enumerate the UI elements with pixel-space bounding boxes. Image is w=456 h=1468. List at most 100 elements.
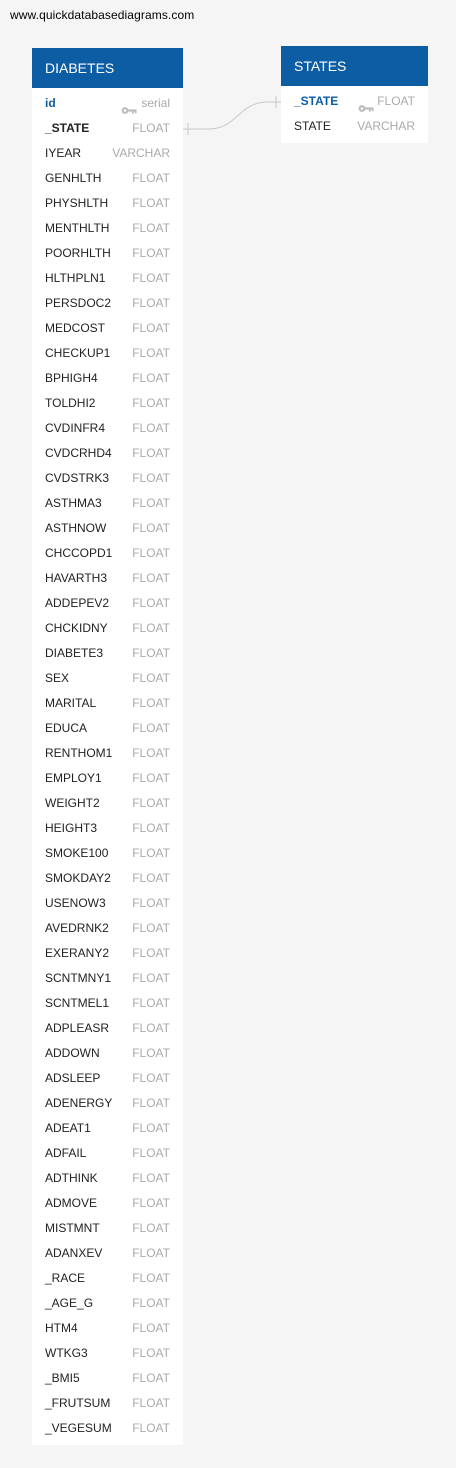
field-row[interactable]: ADSLEEP FLOAT bbox=[32, 1066, 183, 1091]
field-row[interactable]: CHCCOPD1 FLOAT bbox=[32, 541, 183, 566]
field-name: CHECKUP1 bbox=[45, 346, 111, 360]
field-row[interactable]: IYEAR VARCHAR bbox=[32, 141, 183, 166]
field-row[interactable]: GENHLTH FLOAT bbox=[32, 166, 183, 191]
field-row[interactable]: ADMOVE FLOAT bbox=[32, 1191, 183, 1216]
field-type: FLOAT bbox=[377, 94, 415, 108]
field-row[interactable]: CVDINFR4 FLOAT bbox=[32, 416, 183, 441]
field-row[interactable]: MARITAL FLOAT bbox=[32, 691, 183, 716]
field-row[interactable]: ADFAIL FLOAT bbox=[32, 1141, 183, 1166]
field-row[interactable]: EMPLOY1 FLOAT bbox=[32, 766, 183, 791]
field-name: TOLDHI2 bbox=[45, 396, 96, 410]
field-type: FLOAT bbox=[132, 1021, 170, 1035]
field-row[interactable]: _STATE FLOAT bbox=[281, 89, 428, 114]
field-type: VARCHAR bbox=[112, 146, 170, 160]
field-row[interactable]: MISTMNT FLOAT bbox=[32, 1216, 183, 1241]
table-diabetes[interactable]: DIABETES id serial _STATE FLOAT IYEAR VARCHAR… bbox=[32, 48, 183, 1445]
field-row[interactable]: PHYSHLTH FLOAT bbox=[32, 191, 183, 216]
field-name: ADEAT1 bbox=[45, 1121, 91, 1135]
field-name: DIABETE3 bbox=[45, 646, 104, 660]
field-name: _AGE_G bbox=[45, 1296, 94, 1310]
field-name: CVDINFR4 bbox=[45, 421, 106, 435]
field-row[interactable]: SCNTMNY1 FLOAT bbox=[32, 966, 183, 991]
field-type: FLOAT bbox=[132, 721, 170, 735]
field-row[interactable]: POORHLTH FLOAT bbox=[32, 241, 183, 266]
field-row[interactable]: ADENERGY FLOAT bbox=[32, 1091, 183, 1116]
field-name: ADENERGY bbox=[45, 1096, 113, 1110]
field-row[interactable]: HEIGHT3 FLOAT bbox=[32, 816, 183, 841]
field-row[interactable]: RENTHOM1 FLOAT bbox=[32, 741, 183, 766]
field-row[interactable]: SEX FLOAT bbox=[32, 666, 183, 691]
field-name: SCNTMEL1 bbox=[45, 996, 110, 1010]
key-icon bbox=[358, 97, 374, 112]
field-row[interactable]: _FRUTSUM FLOAT bbox=[32, 1391, 183, 1416]
field-row[interactable]: USENOW3 FLOAT bbox=[32, 891, 183, 916]
field-row[interactable]: AVEDRNK2 FLOAT bbox=[32, 916, 183, 941]
field-type: FLOAT bbox=[132, 1196, 170, 1210]
field-name: CVDSTRK3 bbox=[45, 471, 110, 485]
field-row[interactable]: CHCKIDNY FLOAT bbox=[32, 616, 183, 641]
field-row[interactable]: STATE VARCHAR bbox=[281, 114, 428, 139]
field-row[interactable]: ADDOWN FLOAT bbox=[32, 1041, 183, 1066]
field-row[interactable]: _RACE FLOAT bbox=[32, 1266, 183, 1291]
field-row[interactable]: MENTHLTH FLOAT bbox=[32, 216, 183, 241]
field-row[interactable]: CVDCRHD4 FLOAT bbox=[32, 441, 183, 466]
field-type: FLOAT bbox=[132, 221, 170, 235]
field-name: SMOKDAY2 bbox=[45, 871, 111, 885]
field-row[interactable]: PERSDOC2 FLOAT bbox=[32, 291, 183, 316]
field-type: FLOAT bbox=[132, 121, 170, 135]
field-row[interactable]: HAVARTH3 FLOAT bbox=[32, 566, 183, 591]
field-row[interactable]: WEIGHT2 FLOAT bbox=[32, 791, 183, 816]
field-row[interactable]: EDUCA FLOAT bbox=[32, 716, 183, 741]
field-row[interactable]: WTKG3 FLOAT bbox=[32, 1341, 183, 1366]
field-name: RENTHOM1 bbox=[45, 746, 113, 760]
field-name: _STATE bbox=[294, 94, 339, 108]
field-row[interactable]: SCNTMEL1 FLOAT bbox=[32, 991, 183, 1016]
field-type: FLOAT bbox=[132, 1221, 170, 1235]
table-states[interactable]: STATES _STATE FLOAT STATE VARCHAR bbox=[281, 46, 428, 143]
field-row[interactable]: HLTHPLN1 FLOAT bbox=[32, 266, 183, 291]
field-row[interactable]: ADPLEASR FLOAT bbox=[32, 1016, 183, 1041]
field-row[interactable]: CHECKUP1 FLOAT bbox=[32, 341, 183, 366]
field-row[interactable]: id serial bbox=[32, 91, 183, 116]
field-name: HLTHPLN1 bbox=[45, 271, 106, 285]
field-type: FLOAT bbox=[132, 521, 170, 535]
field-row[interactable]: TOLDHI2 FLOAT bbox=[32, 391, 183, 416]
field-row[interactable]: CVDSTRK3 FLOAT bbox=[32, 466, 183, 491]
field-type: FLOAT bbox=[132, 896, 170, 910]
field-name: IYEAR bbox=[45, 146, 82, 160]
field-type: FLOAT bbox=[132, 746, 170, 760]
field-row[interactable]: _STATE FLOAT bbox=[32, 116, 183, 141]
field-row[interactable]: ADDEPEV2 FLOAT bbox=[32, 591, 183, 616]
field-row[interactable]: ASTHNOW FLOAT bbox=[32, 516, 183, 541]
field-name: ASTHMA3 bbox=[45, 496, 102, 510]
field-name: EDUCA bbox=[45, 721, 88, 735]
field-row[interactable]: SMOKE100 FLOAT bbox=[32, 841, 183, 866]
field-row[interactable]: _BMI5 FLOAT bbox=[32, 1366, 183, 1391]
field-type: FLOAT bbox=[132, 1321, 170, 1335]
field-row[interactable]: SMOKDAY2 FLOAT bbox=[32, 866, 183, 891]
field-type: FLOAT bbox=[132, 1271, 170, 1285]
field-type: serial bbox=[141, 96, 170, 110]
field-row[interactable]: DIABETE3 FLOAT bbox=[32, 641, 183, 666]
field-type: FLOAT bbox=[132, 1296, 170, 1310]
field-type: FLOAT bbox=[132, 346, 170, 360]
field-row[interactable]: _AGE_G FLOAT bbox=[32, 1291, 183, 1316]
field-row[interactable]: EXERANY2 FLOAT bbox=[32, 941, 183, 966]
field-row[interactable]: BPHIGH4 FLOAT bbox=[32, 366, 183, 391]
field-row[interactable]: ASTHMA3 FLOAT bbox=[32, 491, 183, 516]
field-type: FLOAT bbox=[132, 621, 170, 635]
field-row[interactable]: ADANXEV FLOAT bbox=[32, 1241, 183, 1266]
field-row[interactable]: _VEGESUM FLOAT bbox=[32, 1416, 183, 1441]
field-type: FLOAT bbox=[132, 646, 170, 660]
field-type: FLOAT bbox=[132, 496, 170, 510]
field-type: FLOAT bbox=[132, 1246, 170, 1260]
field-row[interactable]: ADTHINK FLOAT bbox=[32, 1166, 183, 1191]
field-row[interactable]: ADEAT1 FLOAT bbox=[32, 1116, 183, 1141]
field-row[interactable]: MEDCOST FLOAT bbox=[32, 316, 183, 341]
field-row[interactable]: HTM4 FLOAT bbox=[32, 1316, 183, 1341]
field-type: FLOAT bbox=[132, 696, 170, 710]
field-type: FLOAT bbox=[132, 1071, 170, 1085]
field-name: ADANXEV bbox=[45, 1246, 103, 1260]
field-name: _VEGESUM bbox=[45, 1421, 112, 1435]
site-url[interactable]: www.quickdatabasediagrams.com bbox=[10, 8, 194, 22]
